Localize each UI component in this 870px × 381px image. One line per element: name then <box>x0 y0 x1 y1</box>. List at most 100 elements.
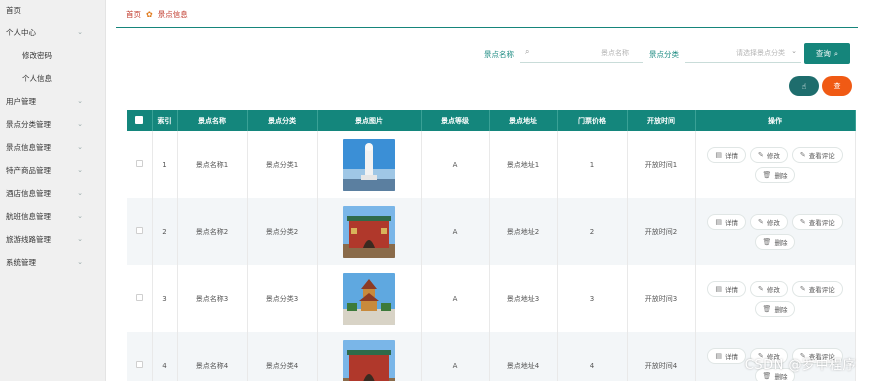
cell-name: 景点名称2 <box>177 198 248 265</box>
edit-button[interactable]: ✎ 修改 <box>749 280 788 297</box>
cell-index: 3 <box>152 265 178 332</box>
trash-icon: 🗑 <box>762 170 772 179</box>
table-row: 3 景点名称3 景点分类3 A 景点地址3 3 开放时间3 ▤ 详情 ✎ 修改 … <box>127 265 856 332</box>
sidebar-item-personal-center[interactable]: 个人中心 ⌄ <box>0 21 105 44</box>
delete-batch-button[interactable]: 查 <box>822 76 852 96</box>
scenic-table: 索引 景点名称 景点分类 景点图片 景点等级 景点地址 门票价格 开放时间 操作… <box>127 110 856 381</box>
cell-address: 景点地址1 <box>489 131 558 198</box>
chevron-down-icon: ⌄ <box>77 212 83 220</box>
sidebar-item-flight-management[interactable]: 航班信息管理 ⌄ <box>0 205 105 228</box>
pencil-icon: ✎ <box>757 150 764 159</box>
cell-category: 景点分类2 <box>247 198 318 265</box>
row-checkbox[interactable] <box>127 265 153 332</box>
detail-button[interactable]: ▤ 详情 <box>707 213 746 230</box>
row-checkbox[interactable] <box>127 332 153 381</box>
delete-button[interactable]: 🗑 删除 <box>754 300 796 317</box>
sidebar-item-change-password[interactable]: 修改密码 <box>0 44 105 67</box>
sidebar-item-label: 个人信息 <box>22 74 52 83</box>
cell-price: 1 <box>557 131 628 198</box>
column-header-price: 门票价格 <box>557 110 628 131</box>
sidebar-item-label: 航班信息管理 <box>6 212 51 221</box>
search-name-input[interactable]: ⌕ 景点名称 <box>520 44 643 63</box>
sidebar-item-personal-info[interactable]: 个人信息 <box>0 67 105 90</box>
chevron-down-icon: ⌄ <box>77 28 83 36</box>
chevron-down-icon: ⌄ <box>77 120 83 128</box>
pencil-icon: ✎ <box>799 284 806 293</box>
detail-button[interactable]: ▤ 详情 <box>707 280 746 297</box>
edit-button[interactable]: ✎ 修改 <box>749 213 788 230</box>
sidebar-item-home[interactable]: 首页 <box>0 0 105 21</box>
cell-address: 景点地址3 <box>489 265 558 332</box>
sidebar-item-user-management[interactable]: 用户管理 ⌄ <box>0 90 105 113</box>
breadcrumb-home[interactable]: 首页 <box>126 9 141 20</box>
sidebar-item-label: 酒店信息管理 <box>6 189 51 198</box>
cell-category: 景点分类1 <box>247 131 318 198</box>
search-button[interactable]: 查询 ⌕ <box>804 43 850 64</box>
cell-level: A <box>421 265 490 332</box>
search-name-label: 景点名称 <box>484 50 514 59</box>
view-reviews-button[interactable]: ✎ 查看评论 <box>791 280 843 297</box>
delete-label: 删除 <box>774 305 788 314</box>
document-icon: ▤ <box>715 351 722 360</box>
scenic-image[interactable] <box>343 272 395 325</box>
document-icon: ▤ <box>715 217 722 226</box>
cell-level: A <box>421 131 490 198</box>
add-button[interactable]: ☝ <box>789 76 819 96</box>
cell-category: 景点分类4 <box>247 332 318 381</box>
sidebar-item-label: 景点分类管理 <box>6 120 51 129</box>
select-all-checkbox[interactable] <box>127 110 153 131</box>
sidebar-item-specialty-goods-management[interactable]: 特产商品管理 ⌄ <box>0 159 105 182</box>
cell-name: 景点名称3 <box>177 265 248 332</box>
sidebar-item-route-management[interactable]: 旅游线路管理 ⌄ <box>0 228 105 251</box>
search-button-label: 查询 <box>815 49 831 58</box>
chevron-down-icon: ⌄ <box>77 189 83 197</box>
cell-actions: ▤ 详情 ✎ 修改 ✎ 查看评论 🗑 删除 <box>695 198 856 265</box>
scenic-image[interactable] <box>343 339 395 381</box>
sidebar-item-label: 景点信息管理 <box>6 143 51 152</box>
table-row: 1 景点名称1 景点分类1 A 景点地址1 1 开放时间1 ▤ 详情 ✎ 修改 … <box>127 131 856 198</box>
sidebar-item-scenic-info-management[interactable]: 景点信息管理 ⌄ <box>0 136 105 159</box>
sidebar-item-hotel-management[interactable]: 酒店信息管理 ⌄ <box>0 182 105 205</box>
delete-batch-label: 查 <box>833 82 841 90</box>
flower-icon: ✿ <box>146 10 153 19</box>
sidebar-item-label: 特产商品管理 <box>6 166 51 175</box>
delete-label: 删除 <box>774 238 788 247</box>
sidebar-item-label: 系统管理 <box>6 258 36 267</box>
view-reviews-button[interactable]: ✎ 查看评论 <box>791 146 843 163</box>
cell-open-time: 开放时间1 <box>627 131 696 198</box>
edit-button[interactable]: ✎ 修改 <box>749 146 788 163</box>
scenic-image[interactable] <box>343 138 395 191</box>
sidebar-item-scenic-category-management[interactable]: 景点分类管理 ⌄ <box>0 113 105 136</box>
view-reviews-label: 查看评论 <box>808 151 835 160</box>
cell-open-time: 开放时间2 <box>627 198 696 265</box>
cell-address: 景点地址4 <box>489 332 558 381</box>
trash-icon: 🗑 <box>762 237 772 246</box>
detail-label: 详情 <box>724 352 738 361</box>
scenic-image[interactable] <box>343 205 395 258</box>
view-reviews-button[interactable]: ✎ 查看评论 <box>791 213 843 230</box>
column-header-category: 景点分类 <box>247 110 318 131</box>
delete-button[interactable]: 🗑 删除 <box>754 166 796 183</box>
breadcrumb-current: 景点信息 <box>157 10 188 19</box>
cell-price: 4 <box>557 332 628 381</box>
search-category-select[interactable]: 请选择景点分类 ⌄ <box>685 44 801 63</box>
cell-category: 景点分类3 <box>247 265 318 332</box>
detail-button[interactable]: ▤ 详情 <box>707 146 746 163</box>
delete-button[interactable]: 🗑 删除 <box>754 233 796 250</box>
checkbox-icon <box>135 160 143 167</box>
column-header-index: 索引 <box>152 110 178 131</box>
sidebar: 首页 个人中心 ⌄ 修改密码 个人信息 用户管理 ⌄ 景点分类管理 ⌄ 景点信息管理 ⌄… <box>0 0 106 381</box>
chevron-down-icon: ⌄ <box>77 97 83 105</box>
row-checkbox[interactable] <box>127 131 153 198</box>
cell-level: A <box>421 198 490 265</box>
sidebar-item-system-management[interactable]: 系统管理 ⌄ <box>0 251 105 274</box>
detail-button[interactable]: ▤ 详情 <box>707 347 746 364</box>
cell-image <box>317 131 422 198</box>
search-name-placeholder: 景点名称 <box>601 49 629 57</box>
cell-level: A <box>421 332 490 381</box>
main-content: 首页 ✿ 景点信息 景点名称 ⌕ 景点名称 景点分类 请选择景点分类 ⌄ 查询 … <box>106 0 870 381</box>
row-checkbox[interactable] <box>127 198 153 265</box>
detail-label: 详情 <box>724 218 738 227</box>
chevron-down-icon: ⌄ <box>77 143 83 151</box>
column-header-address: 景点地址 <box>489 110 558 131</box>
